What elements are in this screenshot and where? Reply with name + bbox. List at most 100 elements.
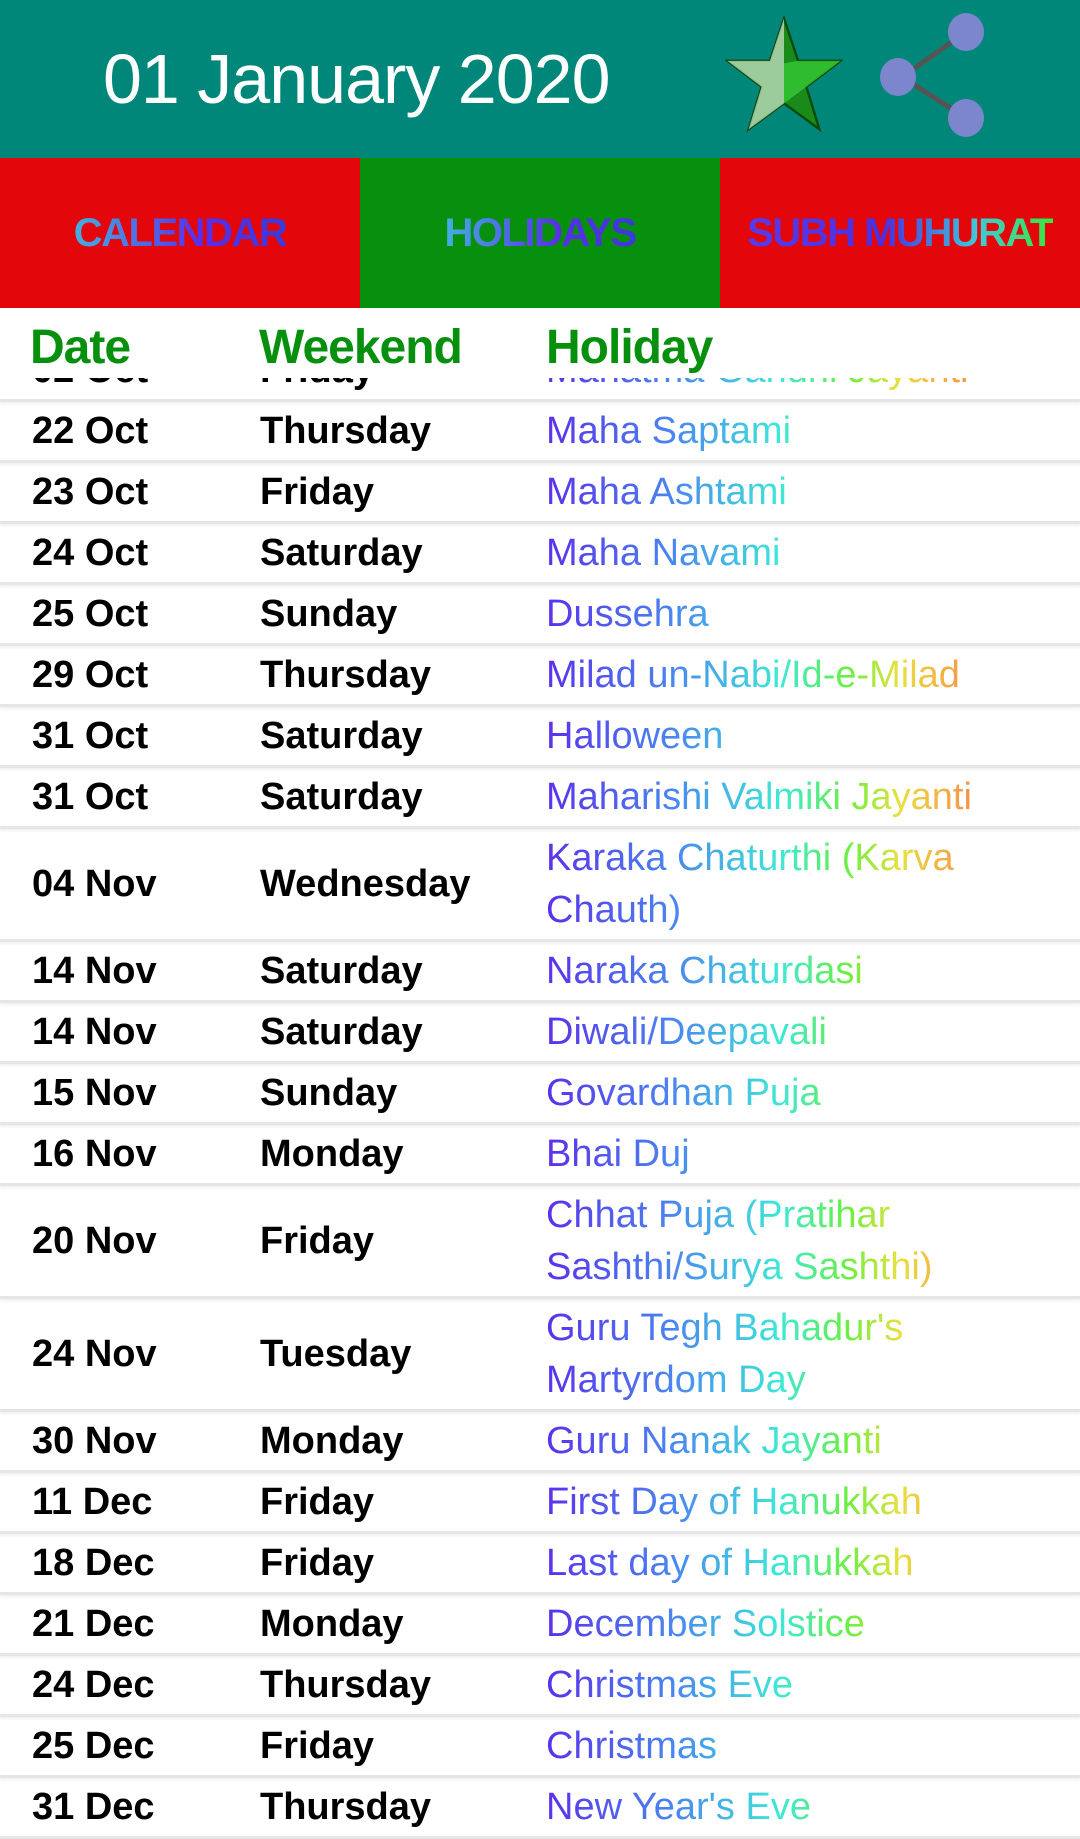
row-date: 14 Nov bbox=[32, 949, 157, 992]
row-weekday: Friday bbox=[260, 376, 374, 392]
row-weekday: Friday bbox=[260, 1541, 375, 1584]
row-holiday: December Solstice bbox=[546, 1598, 1066, 1650]
row-weekday: Sunday bbox=[260, 592, 398, 635]
row-weekday: Saturday bbox=[260, 949, 423, 992]
row-weekday: Tuesday bbox=[260, 1332, 412, 1375]
table-row[interactable]: 30 Nov Monday Guru Nanak Jayanti bbox=[0, 1412, 1080, 1473]
row-weekday: Saturday bbox=[260, 775, 423, 818]
top-bar: 01 January 2020 bbox=[0, 0, 1080, 158]
row-weekday: Friday bbox=[260, 1219, 375, 1262]
table-row[interactable]: 14 Nov Saturday Diwali/Deepavali bbox=[0, 1003, 1080, 1064]
table-row[interactable]: 16 Nov Monday Bhai Duj bbox=[0, 1125, 1080, 1186]
row-weekday: Saturday bbox=[260, 714, 423, 757]
row-date: 15 Nov bbox=[32, 1071, 157, 1114]
row-date: 23 Oct bbox=[32, 470, 149, 513]
table-row[interactable]: 24 Oct Saturday Maha Navami bbox=[0, 524, 1080, 585]
row-holiday: Maharishi Valmiki Jayanti bbox=[546, 771, 1066, 823]
row-date: 20 Nov bbox=[32, 1219, 157, 1262]
row-date: 25 Dec bbox=[32, 1724, 155, 1767]
row-date: 22 Oct bbox=[32, 409, 149, 452]
table-row[interactable]: 04 Nov Wednesday Karaka Chaturthi (Karva… bbox=[0, 829, 1080, 942]
row-weekday: Friday bbox=[260, 1724, 375, 1767]
table-row[interactable]: 15 Nov Sunday Govardhan Puja bbox=[0, 1064, 1080, 1125]
row-holiday: Govardhan Puja bbox=[546, 1067, 1066, 1119]
row-holiday: Last day of Hanukkah bbox=[546, 1537, 1066, 1589]
table-row[interactable]: 20 Nov Friday Chhat Puja (Pratihar Sasht… bbox=[0, 1186, 1080, 1299]
row-date: 29 Oct bbox=[32, 653, 149, 696]
row-holiday: Bhai Duj bbox=[546, 1128, 1066, 1180]
row-holiday: Diwali/Deepavali bbox=[546, 1006, 1066, 1058]
row-holiday: Maha Navami bbox=[546, 527, 1066, 579]
row-date: 31 Dec bbox=[32, 1785, 155, 1828]
row-weekday: Saturday bbox=[260, 1010, 423, 1053]
row-weekday: Friday bbox=[260, 1480, 375, 1523]
row-date: 02 Oct bbox=[32, 376, 148, 392]
row-date: 21 Dec bbox=[32, 1602, 155, 1645]
row-date: 04 Nov bbox=[32, 862, 157, 905]
holiday-list[interactable]: 02 Oct Friday Mahatma Gandhi Jayanti22 O… bbox=[0, 376, 1080, 1839]
column-headers: Date Weekend Holiday bbox=[0, 308, 1080, 378]
row-date: 30 Nov bbox=[32, 1419, 157, 1462]
table-row[interactable]: 24 Dec Thursday Christmas Eve bbox=[0, 1656, 1080, 1717]
row-weekday: Thursday bbox=[260, 653, 432, 696]
table-row[interactable]: 25 Dec Friday Christmas bbox=[0, 1717, 1080, 1778]
row-weekday: Monday bbox=[260, 1132, 404, 1175]
row-weekday: Saturday bbox=[260, 531, 423, 574]
row-holiday: Christmas Eve bbox=[546, 1659, 1066, 1711]
table-row[interactable]: 21 Dec Monday December Solstice bbox=[0, 1595, 1080, 1656]
row-weekday: Sunday bbox=[260, 1071, 398, 1114]
row-weekday: Monday bbox=[260, 1602, 404, 1645]
tab-label: HOLIDAYS bbox=[444, 210, 637, 255]
table-row[interactable]: 31 Oct Saturday Maharishi Valmiki Jayant… bbox=[0, 768, 1080, 829]
row-date: 24 Oct bbox=[32, 531, 149, 574]
row-holiday: Dussehra bbox=[546, 588, 1066, 640]
column-header-date: Date bbox=[30, 321, 131, 374]
tab-subh-muhurat[interactable]: SUBH MUHURAT bbox=[720, 158, 1080, 308]
tab-holidays[interactable]: HOLIDAYS bbox=[360, 158, 720, 308]
table-row[interactable]: 25 Oct Sunday Dussehra bbox=[0, 585, 1080, 646]
table-row[interactable]: 18 Dec Friday Last day of Hanukkah bbox=[0, 1534, 1080, 1595]
date-title: 01 January 2020 bbox=[103, 40, 611, 118]
tab-label: CALENDAR bbox=[73, 210, 288, 255]
star-icon[interactable] bbox=[725, 16, 843, 134]
row-date: 18 Dec bbox=[32, 1541, 155, 1584]
row-weekday: Wednesday bbox=[260, 862, 471, 905]
table-row[interactable]: 31 Dec Thursday New Year's Eve bbox=[0, 1778, 1080, 1839]
row-holiday: Milad un-Nabi/Id-e-Milad bbox=[546, 649, 1066, 701]
tab-bar: CALENDAR HOLIDAYS SUBH MUHURAT bbox=[0, 158, 1080, 308]
row-date: 14 Nov bbox=[32, 1010, 157, 1053]
table-row[interactable]: 29 Oct Thursday Milad un-Nabi/Id-e-Milad bbox=[0, 646, 1080, 707]
row-holiday: Karaka Chaturthi (Karva Chauth) bbox=[546, 832, 1066, 936]
row-weekday: Friday bbox=[260, 470, 375, 513]
row-holiday: Guru Tegh Bahadur's Martyrdom Day bbox=[546, 1302, 1066, 1406]
row-date: 24 Nov bbox=[32, 1332, 157, 1375]
row-holiday: Halloween bbox=[546, 710, 1066, 762]
row-date: 24 Dec bbox=[32, 1663, 155, 1706]
row-holiday: Mahatma Gandhi Jayanti bbox=[546, 376, 1066, 396]
tab-label: SUBH MUHURAT bbox=[747, 210, 1054, 255]
row-holiday: First Day of Hanukkah bbox=[546, 1476, 1066, 1528]
column-header-weekend: Weekend bbox=[259, 321, 463, 374]
row-holiday: Naraka Chaturdasi bbox=[546, 945, 1066, 997]
table-row[interactable]: 24 Nov Tuesday Guru Tegh Bahadur's Marty… bbox=[0, 1299, 1080, 1412]
row-weekday: Monday bbox=[260, 1419, 404, 1462]
table-row[interactable]: 14 Nov Saturday Naraka Chaturdasi bbox=[0, 942, 1080, 1003]
row-date: 31 Oct bbox=[32, 714, 149, 757]
table-row[interactable]: 11 Dec Friday First Day of Hanukkah bbox=[0, 1473, 1080, 1534]
row-date: 11 Dec bbox=[32, 1480, 153, 1523]
column-header-holiday: Holiday bbox=[546, 321, 713, 374]
row-holiday: Maha Ashtami bbox=[546, 466, 1066, 518]
tab-calendar[interactable]: CALENDAR bbox=[0, 158, 360, 308]
row-weekday: Thursday bbox=[260, 1663, 432, 1706]
row-weekday: Thursday bbox=[260, 1785, 432, 1828]
row-holiday: New Year's Eve bbox=[546, 1781, 1066, 1833]
row-holiday: Guru Nanak Jayanti bbox=[546, 1415, 1066, 1467]
table-row[interactable]: 22 Oct Thursday Maha Saptami bbox=[0, 402, 1080, 463]
row-holiday: Chhat Puja (Pratihar Sashthi/Surya Sasht… bbox=[546, 1189, 1066, 1293]
table-row[interactable]: 02 Oct Friday Mahatma Gandhi Jayanti bbox=[0, 376, 1080, 402]
table-row[interactable]: 31 Oct Saturday Halloween bbox=[0, 707, 1080, 768]
row-date: 31 Oct bbox=[32, 775, 149, 818]
table-row[interactable]: 23 Oct Friday Maha Ashtami bbox=[0, 463, 1080, 524]
row-weekday: Thursday bbox=[260, 409, 432, 452]
share-icon[interactable] bbox=[876, 12, 996, 138]
